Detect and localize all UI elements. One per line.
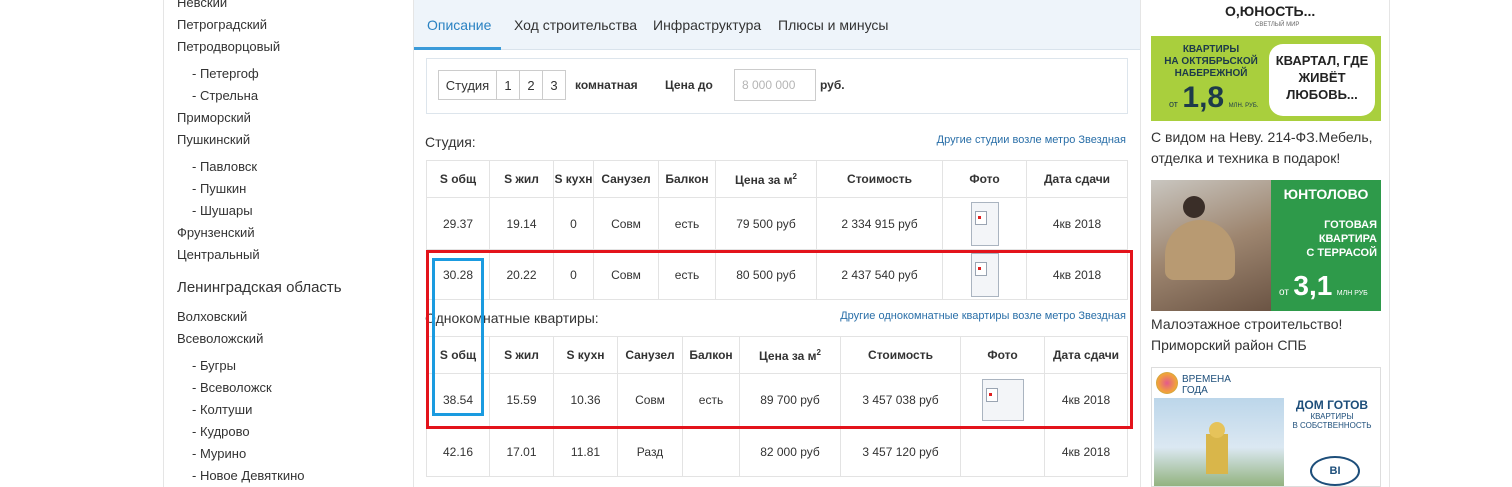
room-option-3[interactable]: 3 [542,70,566,100]
studio-table: S общ S жил S кухн Санузел Балкон Цена з… [426,160,1128,300]
main-content: Описание Ход строительства Инфраструктур… [414,0,1141,487]
studio-section-title: Студия: [425,134,476,150]
one-room-table: S общ S жил S кухн Санузел Балкон Цена з… [426,336,1128,477]
district-link[interactable]: Волховский [177,309,247,325]
ad-banner-yunost[interactable]: О,ЮНОСТЬ... СВЕТЛЫЙ МИР КВАРТИРЫ НА ОКТЯ… [1151,0,1381,121]
district-link[interactable]: Всеволожский [177,331,263,347]
price-label: Цена до [665,78,713,92]
col-bathroom: Санузел [617,336,683,374]
col-s-living: S жил [489,160,554,198]
yunost-logo: О,ЮНОСТЬ... [1225,3,1316,19]
subdistrict-link[interactable]: - Пушкин [192,181,246,197]
currency-label: руб. [820,78,845,92]
tab-bar: Описание Ход строительства Инфраструктур… [414,0,1140,50]
table-row[interactable]: 42.16 17.01 11.81 Разд 82 000 руб 3 457 … [426,426,1128,477]
district-link[interactable]: Пушкинский [177,132,250,148]
one-room-section-title: Однокомнатные квартиры: [425,310,599,326]
subdistrict-link[interactable]: - Шушары [192,203,253,219]
subdistrict-link[interactable]: - Мурино [192,446,246,462]
col-price-m2: Цена за м2 [715,160,817,198]
region-heading: Ленинградская область [177,279,342,296]
max-price-input[interactable] [734,69,816,101]
room-option-1[interactable]: 1 [496,70,520,100]
col-delivery: Дата сдачи [1044,336,1128,374]
col-cost: Стоимость [816,160,943,198]
district-link[interactable]: Петродворцовый [177,39,280,55]
col-photo: Фото [960,336,1045,374]
subdistrict-link[interactable]: - Новое Девяткино [192,468,305,484]
floor-plan-thumbnail[interactable] [970,201,999,246]
other-one-room-link[interactable]: Другие однокомнатные квартиры возле метр… [840,310,1126,322]
bi-group-logo: BI GROUP [1310,456,1360,486]
table-row[interactable]: 30.28 20.22 0 Совм есть 80 500 руб 2 437… [426,249,1128,300]
vremena-goda-logo: ВРЕМЕНА ГОДА [1182,374,1231,396]
flower-logo-icon [1156,372,1178,394]
floor-plan-thumbnail[interactable] [981,379,1024,421]
rooms-suffix-label: комнатная [575,78,638,92]
ad-banner-vremena-goda[interactable]: ВРЕМЕНА ГОДА ДОМ ГОТОВ КВАРТИРЫ В СОБСТВ… [1151,367,1381,487]
apartment-filter: Студия 1 2 3 комнатная Цена до руб. [426,58,1128,114]
floor-plan-thumbnail[interactable] [970,252,999,297]
district-sidebar: Невский Петроградский Петродворцовый - П… [163,0,414,487]
ad-caption[interactable]: С видом на Неву. 214-ФЗ.Мебель, отделка … [1151,127,1386,169]
tab-pros-cons[interactable]: Плюсы и минусы [778,17,888,33]
tab-construction-progress[interactable]: Ход строительства [514,17,637,33]
table-header-row: S общ S жил S кухн Санузел Балкон Цена з… [426,160,1128,198]
active-tab-indicator [414,47,501,50]
woman-on-terrace-image [1151,180,1271,311]
subdistrict-link[interactable]: - Павловск [192,159,257,175]
district-link[interactable]: Петроградский [177,17,267,33]
col-balcony: Балкон [658,160,716,198]
district-link[interactable]: Невский [177,0,227,11]
col-bathroom: Санузел [593,160,659,198]
window-city-view-image [1154,398,1284,486]
subdistrict-link[interactable]: - Стрельна [192,88,258,104]
subdistrict-link[interactable]: - Петергоф [192,66,259,82]
ads-column: О,ЮНОСТЬ... СВЕТЛЫЙ МИР КВАРТИРЫ НА ОКТЯ… [1141,0,1390,487]
col-s-kitchen: S кухн [553,160,594,198]
subdistrict-link[interactable]: - Всеволожск [192,380,272,396]
col-photo: Фото [942,160,1027,198]
tab-description[interactable]: Описание [427,17,491,33]
district-link[interactable]: Фрунзенский [177,225,255,241]
subdistrict-link[interactable]: - Кудрово [192,424,250,440]
col-price-m2: Цена за м2 [739,336,841,374]
col-s-total: S общ [426,160,490,198]
room-option-studio[interactable]: Студия [438,70,497,100]
col-s-total: S общ [426,336,490,374]
room-option-2[interactable]: 2 [519,70,543,100]
ad-banner-yuntolovo[interactable]: ЮНТОЛОВО ГОТОВАЯ КВАРТИРА С ТЕРРАСОЙ от … [1151,180,1381,311]
other-studios-link[interactable]: Другие студии возле метро Звездная [937,134,1126,146]
subdistrict-link[interactable]: - Колтуши [192,402,252,418]
ad-caption[interactable]: Малоэтажное строительство! Приморский ра… [1151,314,1386,356]
subdistrict-link[interactable]: - Бугры [192,358,236,374]
tab-infrastructure[interactable]: Инфраструктура [653,17,761,33]
district-link[interactable]: Центральный [177,247,260,263]
table-row[interactable]: 29.37 19.14 0 Совм есть 79 500 руб 2 334… [426,197,1128,250]
yuntolovo-logo: ЮНТОЛОВО [1283,186,1369,202]
yunost-slogan: КВАРТАЛ, ГДЕ ЖИВЁТ ЛЮБОВЬ... [1269,44,1375,116]
col-s-living: S жил [489,336,554,374]
col-cost: Стоимость [840,336,961,374]
table-header-row: S общ S жил S кухн Санузел Балкон Цена з… [426,336,1128,374]
col-s-kitchen: S кухн [553,336,618,374]
district-link[interactable]: Приморский [177,110,251,126]
col-delivery: Дата сдачи [1026,160,1128,198]
col-balcony: Балкон [682,336,740,374]
table-row[interactable]: 38.54 15.59 10.36 Совм есть 89 700 руб 3… [426,373,1128,427]
